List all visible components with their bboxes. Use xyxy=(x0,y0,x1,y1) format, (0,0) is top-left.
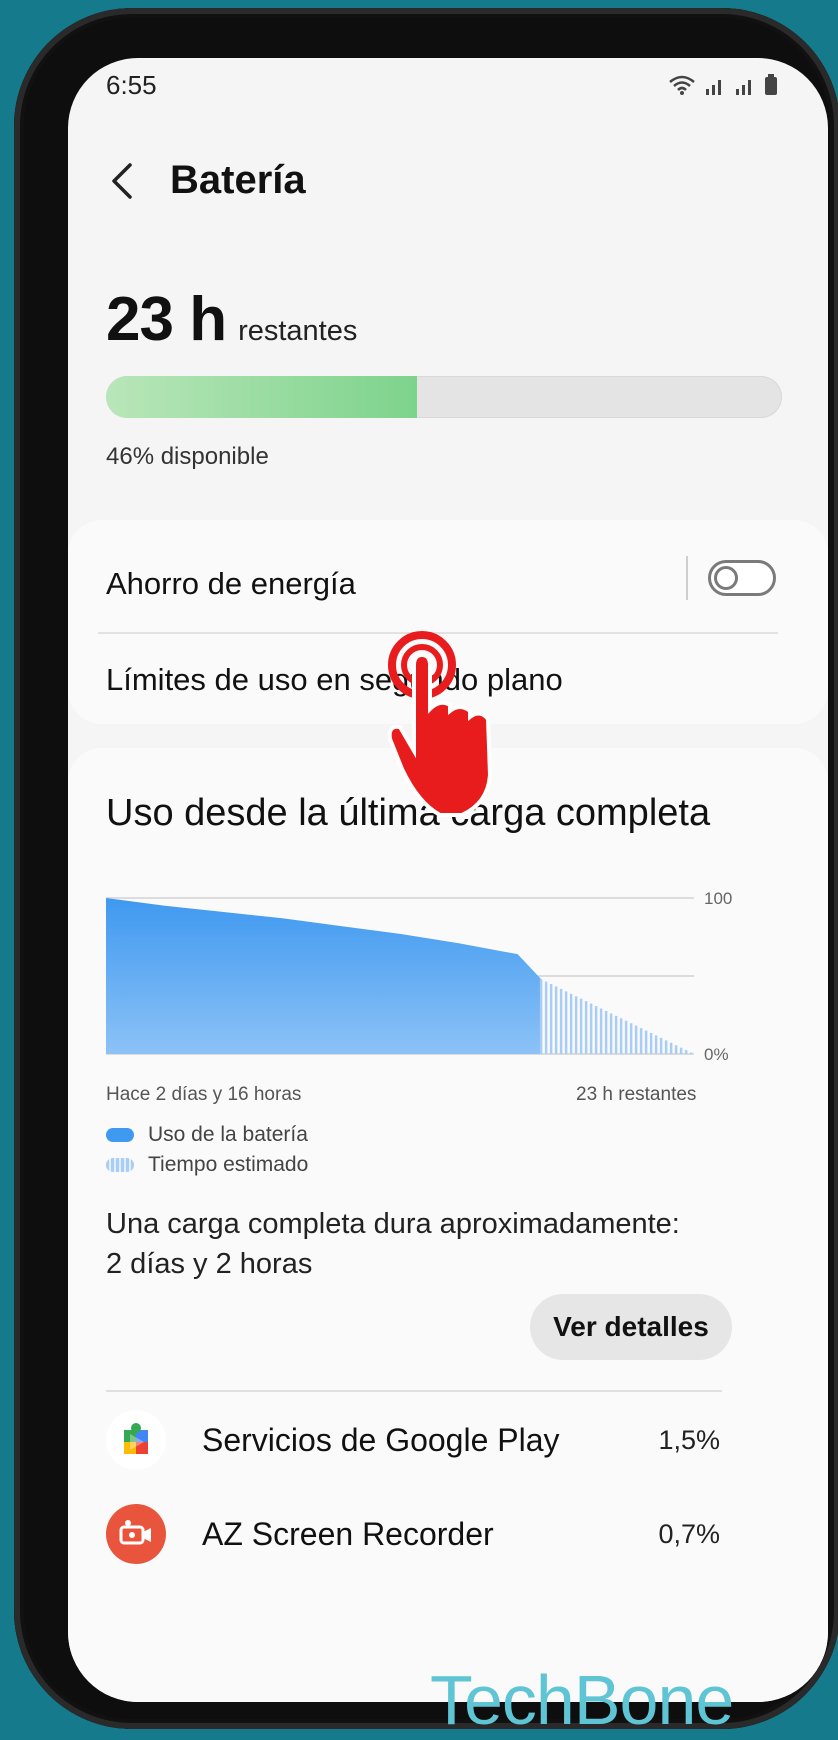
tap-hand-icon xyxy=(388,631,493,817)
x-axis-start-label: Hace 2 días y 16 horas xyxy=(106,1084,302,1105)
x-axis-end-label: 23 h restantes xyxy=(576,1084,697,1105)
legend-label-used: Uso de la batería xyxy=(148,1123,308,1146)
remaining-time: 23 h restantes xyxy=(106,284,357,355)
legend-swatch-used xyxy=(106,1128,134,1142)
apps-divider xyxy=(106,1390,722,1392)
status-time: 6:55 xyxy=(106,70,157,100)
legend-swatch-estimated xyxy=(106,1158,134,1172)
remaining-value: 23 h xyxy=(106,285,227,354)
app-name: AZ Screen Recorder xyxy=(202,1515,494,1552)
description-line-1: Una carga completa dura aproximadamente: xyxy=(106,1208,680,1240)
page-title: Batería xyxy=(170,158,306,202)
battery-level-fill xyxy=(106,376,417,418)
app-row-google-play-services[interactable]: Servicios de Google Play 1,5% xyxy=(106,1410,720,1470)
remaining-label: restantes xyxy=(238,315,358,347)
back-arrow-icon[interactable] xyxy=(104,159,140,203)
power-saving-toggle[interactable] xyxy=(708,560,776,596)
signal-2-icon xyxy=(736,80,751,95)
battery-status-icon xyxy=(765,74,777,95)
series-battery-usage-area xyxy=(106,898,542,1054)
power-saving-row[interactable]: Ahorro de energía xyxy=(106,566,746,602)
app-row-az-screen-recorder[interactable]: AZ Screen Recorder 0,7% xyxy=(106,1504,720,1564)
screen: 6:55 Batería 23 h restantes 46% disponib… xyxy=(68,58,828,1702)
description-line-2: 2 días y 2 horas xyxy=(106,1248,313,1280)
wifi-icon xyxy=(669,75,695,95)
status-bar: 6:55 xyxy=(106,70,778,110)
az-screen-recorder-icon xyxy=(106,1504,166,1564)
toggle-divider xyxy=(686,556,688,600)
status-icons xyxy=(668,74,778,96)
y-tick-label-0: 0% xyxy=(704,1045,729,1064)
legend-label-estimated: Tiempo estimado xyxy=(148,1153,309,1176)
y-tick-label-100: 100 xyxy=(704,889,732,908)
app-name: Servicios de Google Play xyxy=(202,1421,560,1458)
app-percent: 0,7% xyxy=(658,1518,720,1549)
available-text: 46% disponible xyxy=(106,443,269,470)
full-charge-description: Una carga completa dura aproximadamente:… xyxy=(106,1204,680,1284)
app-percent: 1,5% xyxy=(658,1424,720,1455)
header: Batería xyxy=(104,158,306,203)
signal-icon xyxy=(706,80,721,95)
view-details-button[interactable]: Ver detalles xyxy=(530,1294,732,1360)
legend-item-estimated: Tiempo estimado xyxy=(106,1150,308,1180)
usage-card: Uso desde la última carga completa 100 0%… xyxy=(68,748,828,1702)
battery-level-bar xyxy=(106,376,782,418)
google-play-services-icon xyxy=(106,1410,166,1470)
toggle-knob xyxy=(714,566,738,590)
techbone-watermark: TechBone xyxy=(430,1661,734,1739)
phone-frame: 6:55 Batería 23 h restantes 46% disponib… xyxy=(14,8,838,1729)
chart-legend: Uso de la batería Tiempo estimado xyxy=(106,1120,308,1180)
usage-chart: 100 0% xyxy=(106,889,732,1064)
legend-item-used: Uso de la batería xyxy=(106,1120,308,1150)
